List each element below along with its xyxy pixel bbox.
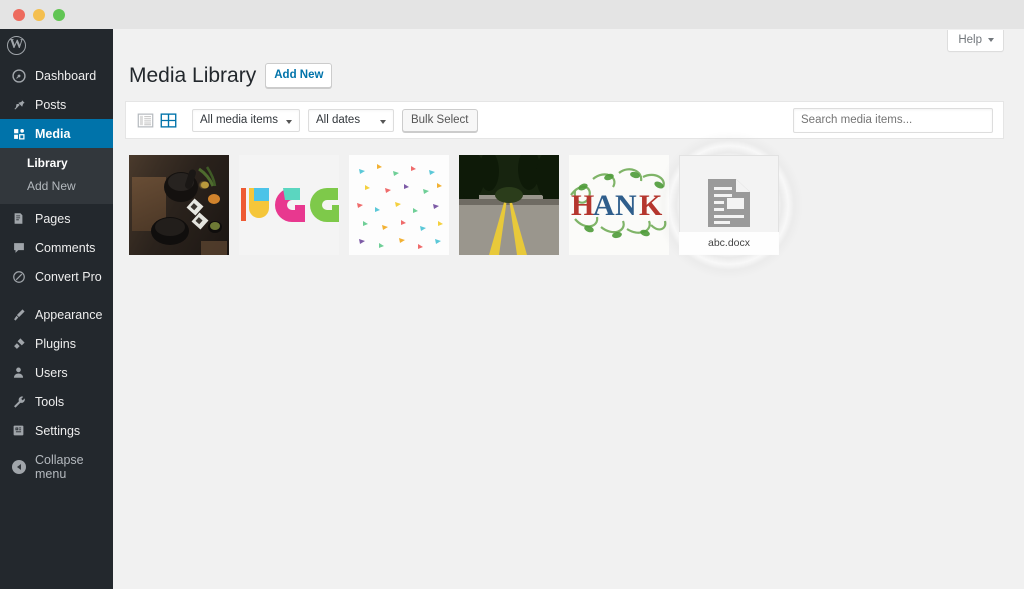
sidebar-item-label: Plugins — [35, 336, 76, 351]
thumbnail-image — [459, 155, 559, 256]
sidebar-item-label: Media — [35, 126, 71, 141]
sidebar-item-users[interactable]: Users — [0, 358, 113, 387]
media-grid: H A N K abc.docx — [125, 131, 1004, 280]
date-filter[interactable]: All dates — [307, 108, 394, 132]
bulk-select-button[interactable]: Bulk Select — [401, 108, 478, 132]
view-switch — [136, 111, 178, 130]
chevron-down-icon — [285, 119, 292, 124]
add-new-button[interactable]: Add New — [265, 63, 333, 89]
media-item-mortar-and-pestle-flatlay[interactable] — [129, 155, 229, 256]
wordpress-logo[interactable]: W — [0, 29, 113, 61]
media-icon — [9, 127, 28, 141]
svg-text:N: N — [615, 189, 637, 222]
svg-text:K: K — [639, 189, 663, 222]
plug-icon — [9, 337, 28, 351]
sidebar-item-media[interactable]: Media — [0, 119, 121, 148]
wordpress-logo-icon: W — [7, 35, 26, 55]
list-view-icon[interactable] — [136, 111, 155, 130]
admin-sidebar: W Dashboard Posts Media Library Add New … — [0, 29, 121, 589]
sidebar-item-settings[interactable]: Settings — [0, 416, 113, 445]
comment-icon — [9, 241, 28, 255]
collapse-icon — [9, 459, 28, 474]
window-minimize-button[interactable] — [33, 8, 45, 21]
screen-meta: Help — [125, 29, 1004, 52]
window-maximize-button[interactable] — [53, 8, 65, 21]
pin-icon — [9, 98, 28, 112]
wrench-icon — [9, 395, 28, 409]
media-item-filename: abc.docx — [679, 231, 779, 256]
sidebar-item-label: Posts — [35, 97, 67, 112]
thumbnail-image — [349, 155, 449, 256]
media-type-filter-value: All media items — [200, 114, 278, 127]
media-item-confetti-pattern[interactable] — [349, 155, 449, 256]
search-input[interactable] — [793, 107, 993, 133]
content-area: Help Media Library Add New All media ite… — [113, 29, 1024, 589]
sidebar-item-label: Pages — [35, 211, 71, 226]
help-button[interactable]: Help — [947, 30, 1004, 52]
thumbnail-image — [239, 155, 339, 256]
sidebar-item-appearance[interactable]: Appearance — [0, 300, 113, 329]
thumbnail-image: H A N K — [569, 155, 669, 256]
media-item-ug-colorful-logo[interactable] — [239, 155, 339, 256]
sidebar-item-label: Appearance — [35, 307, 103, 322]
page-body: Help Media Library Add New All media ite… — [113, 29, 1024, 280]
media-item-thank-ornate-lettering[interactable]: H A N K — [569, 155, 669, 256]
sidebar-item-label: Users — [35, 365, 68, 380]
chevron-down-icon — [988, 38, 994, 42]
media-type-filter[interactable]: All media items — [192, 108, 300, 132]
media-toolbar: All media items All dates Bulk Select — [125, 101, 1004, 140]
sidebar-divider — [0, 291, 113, 300]
media-item-abc-document[interactable]: abc.docx — [679, 155, 779, 256]
sidebar-item-pages[interactable]: Pages — [0, 204, 113, 233]
window-title-bar — [0, 0, 1024, 29]
submenu-item-add-new[interactable]: Add New — [0, 175, 113, 198]
settings-icon — [9, 424, 28, 437]
sidebar-item-label: Convert Pro — [35, 269, 102, 284]
sidebar-item-label: Settings — [35, 423, 81, 438]
page-icon — [9, 212, 28, 225]
brush-icon — [9, 308, 28, 322]
sidebar-item-comments[interactable]: Comments — [0, 233, 113, 262]
sidebar-item-convert-pro[interactable]: Convert Pro — [0, 262, 113, 291]
sidebar-item-tools[interactable]: Tools — [0, 387, 113, 416]
media-item-abc-document-wrapper: abc.docx — [655, 131, 803, 280]
svg-text:A: A — [593, 189, 615, 222]
window-close-button[interactable] — [13, 8, 25, 21]
collapse-menu-button[interactable]: Collapse menu — [0, 452, 113, 481]
page-header: Media Library Add New — [125, 62, 1004, 89]
document-icon — [706, 177, 752, 234]
sidebar-item-plugins[interactable]: Plugins — [0, 329, 113, 358]
media-item-forest-road[interactable] — [459, 155, 559, 256]
sidebar-item-label: Tools — [35, 394, 65, 409]
sidebar-item-posts[interactable]: Posts — [0, 90, 113, 119]
dashboard-icon — [9, 68, 28, 83]
page-title: Media Library — [129, 64, 257, 87]
svg-text:H: H — [571, 189, 594, 222]
media-submenu: Library Add New — [0, 148, 113, 204]
user-icon — [9, 366, 28, 379]
date-filter-value: All dates — [315, 114, 361, 127]
submenu-item-library[interactable]: Library — [0, 152, 113, 175]
wordpress-admin: W Dashboard Posts Media Library Add New … — [0, 29, 1024, 589]
grid-view-icon[interactable] — [159, 111, 178, 130]
help-label: Help — [958, 34, 982, 46]
chevron-down-icon — [379, 119, 386, 124]
convert-pro-icon — [9, 270, 28, 284]
collapse-menu-label: Collapse menu — [35, 452, 84, 481]
sidebar-item-label: Comments — [35, 240, 96, 255]
sidebar-item-label: Dashboard — [35, 68, 97, 83]
thumbnail-image — [129, 155, 229, 256]
sidebar-item-dashboard[interactable]: Dashboard — [0, 61, 113, 90]
